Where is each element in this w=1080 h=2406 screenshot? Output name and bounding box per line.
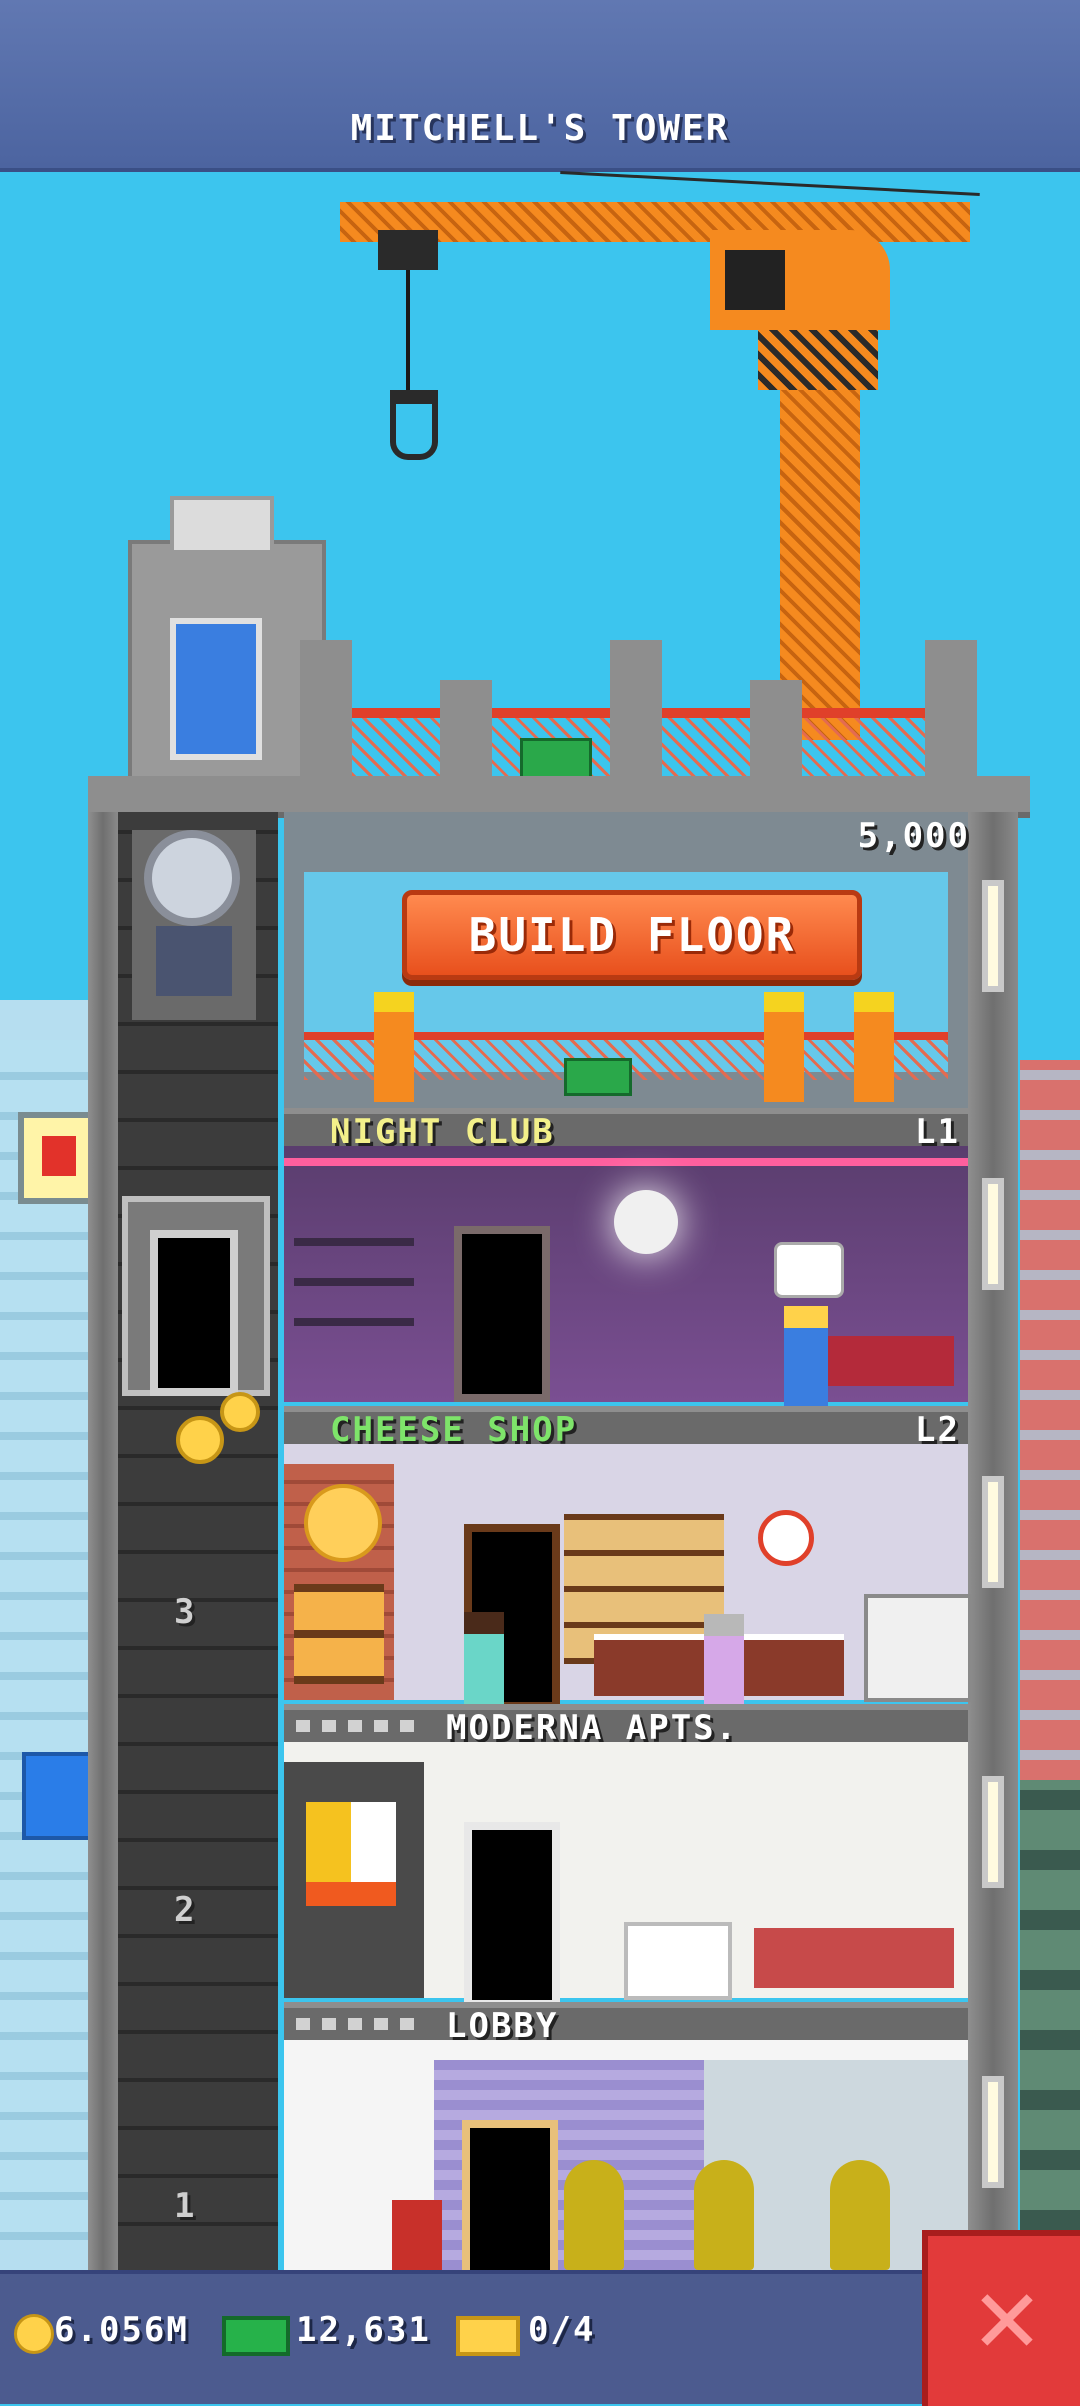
elevator-car[interactable] <box>122 1196 270 1396</box>
apartment-door[interactable] <box>464 1822 560 2008</box>
crane-hook-cable <box>406 270 410 390</box>
wall-lamp <box>982 1178 1004 1290</box>
golden-ticket-icon <box>456 2316 520 2356</box>
wall-lamp <box>982 1776 1004 1888</box>
close-button[interactable]: ✕ <box>922 2230 1080 2406</box>
wall-lamp <box>982 880 1004 992</box>
resident-slots <box>296 2018 416 2030</box>
wall-lamp <box>982 1476 1004 1588</box>
neon-strip <box>284 1158 968 1166</box>
shopkeeper <box>704 1614 744 1712</box>
elevator-motor-box <box>156 926 232 996</box>
red-couch <box>824 1336 954 1386</box>
cheese-wheel-icon <box>304 1484 382 1562</box>
crane-cab-window <box>725 250 785 310</box>
toolbox-icon <box>564 1058 632 1096</box>
elevator-floor-number: 3 <box>174 1592 197 1632</box>
coin-drop-icon[interactable] <box>220 1392 260 1432</box>
coin-icon <box>14 2314 54 2354</box>
sofa <box>754 1928 954 1988</box>
fireplace-icon <box>624 1922 732 2000</box>
lobby-floor[interactable] <box>284 2040 968 2288</box>
billboard-blue <box>22 1752 96 1840</box>
roof-door[interactable] <box>170 618 262 760</box>
coin-drop-icon[interactable] <box>176 1416 224 1464</box>
resident-slots <box>296 1720 416 1732</box>
night-club-floor[interactable] <box>284 1146 968 1410</box>
potted-plant <box>830 2160 890 2270</box>
elevator-shaft <box>118 812 278 2270</box>
build-floor-cost: 5,000 <box>857 816 970 856</box>
toolbox-icon <box>520 738 592 780</box>
wall-art <box>306 1802 396 1906</box>
crane-cable-top <box>560 171 980 196</box>
bottom-status-bar: 6.056M 12,631 0/4 <box>0 2270 1080 2404</box>
construction-worker <box>764 992 804 1102</box>
elevator-floor-number: 2 <box>174 1890 197 1930</box>
potted-plant <box>564 2160 624 2270</box>
close-x-icon: ✕ <box>970 2269 1044 2373</box>
crane-hook-icon <box>390 390 438 460</box>
lobby-entrance-door[interactable] <box>462 2120 558 2286</box>
bux-value: 12,631 <box>296 2310 431 2350</box>
tickets-value: 0/4 <box>528 2310 596 2350</box>
apartment-floor[interactable] <box>284 1742 968 2008</box>
wall-lamp <box>982 2076 1004 2188</box>
background-building-left-windows <box>0 1040 90 2240</box>
potted-plant <box>694 2160 754 2270</box>
construction-worker <box>854 992 894 1102</box>
crane-base-hatched <box>758 330 878 390</box>
no-smoking-sign-icon <box>758 1510 814 1566</box>
tower-left-wall <box>88 812 118 2270</box>
deli-fridge <box>864 1594 972 1702</box>
coins-value: 6.056M <box>54 2310 189 2350</box>
elevator-floor-number: 1 <box>174 2186 197 2226</box>
disco-ball-icon <box>614 1190 678 1254</box>
cheese-shelf <box>294 1584 384 1684</box>
roof-pillars <box>300 640 990 780</box>
bar-shelves <box>294 1206 414 1326</box>
elevator-car-door <box>150 1230 238 1396</box>
elevator-motor <box>132 830 256 1020</box>
construction-worker <box>374 992 414 1102</box>
speech-bubble-icon[interactable] <box>774 1242 844 1298</box>
night-club-door[interactable] <box>454 1226 550 1402</box>
cheese-shop-floor[interactable] <box>284 1444 972 1714</box>
visitor <box>464 1612 504 1714</box>
background-building-right-lower <box>1020 1780 1080 2270</box>
build-floor-button[interactable]: BUILD FLOOR <box>402 890 862 980</box>
elevator-pulley-icon <box>144 830 240 926</box>
dancing-visitor <box>784 1306 828 1410</box>
crane-trolley <box>378 230 438 270</box>
bux-banknote-icon <box>222 2316 290 2356</box>
roof-vent <box>170 496 274 554</box>
roof-stairwell <box>128 540 326 788</box>
